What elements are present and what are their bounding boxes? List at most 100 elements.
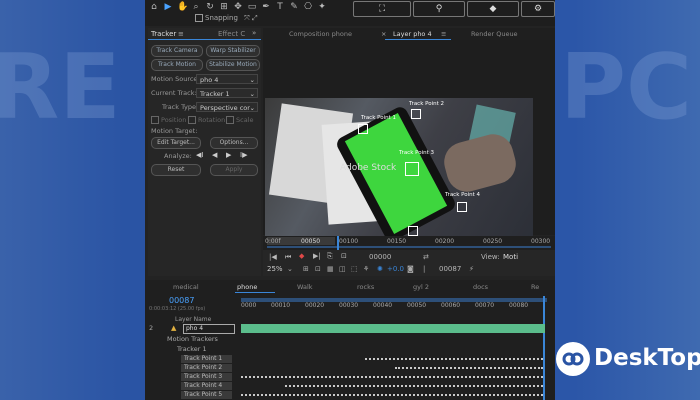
timeline-tab-walk[interactable]: Walk — [297, 283, 313, 291]
snapping-toggle[interactable]: Snapping ⤧ ⤢ — [195, 14, 258, 23]
motion-source-select[interactable]: pho 4 ⌄ — [196, 74, 258, 84]
scale-checkbox[interactable]: Scale — [226, 116, 254, 124]
view-select[interactable]: Moti — [503, 253, 518, 261]
ripple-icon[interactable]: ⎘ — [327, 252, 333, 261]
track-point-3-handle[interactable] — [405, 162, 419, 176]
panel-overflow-icon[interactable]: » — [252, 29, 256, 37]
analyze-forward-icon[interactable]: ▶ — [226, 151, 231, 159]
stabilize-motion-button[interactable]: Stabilize Motion — [206, 59, 260, 71]
mark-out-icon[interactable]: ▶| — [313, 252, 321, 260]
puppet-tool-icon[interactable]: ✦ — [317, 2, 327, 12]
position-checkbox[interactable]: Position — [151, 116, 186, 124]
track-point-2-row[interactable]: Track Point 2 — [181, 364, 232, 372]
snapshot-icon[interactable]: ◙ — [407, 265, 414, 273]
exposure-icon[interactable]: ✺ — [377, 265, 383, 273]
timecode-display[interactable]: 00000 — [369, 253, 391, 261]
track-point-1-row[interactable]: Track Point 1 — [181, 355, 232, 363]
tab-composition-phone[interactable]: Composition phone — [289, 30, 352, 38]
tracker-tab[interactable]: Tracker — [151, 30, 176, 38]
pan-tool-icon[interactable]: ✥ — [233, 2, 243, 12]
grid-icon[interactable]: ⊞ — [303, 265, 309, 273]
timeline-tab-docs[interactable]: docs — [473, 283, 488, 291]
track-point-4-row[interactable]: Track Point 4 — [181, 382, 232, 390]
brush-tool-icon[interactable]: ✎ — [289, 2, 299, 12]
layer-name-field[interactable]: pho 4 — [183, 324, 235, 334]
overlay-icon[interactable]: ⊡ — [341, 252, 347, 260]
panel-menu-icon[interactable]: ≡ — [178, 30, 184, 38]
video-frame[interactable]: Adobe Stock Track Point 2 Track Point 1 … — [265, 98, 533, 236]
track-camera-button[interactable]: Track Camera — [151, 45, 203, 57]
go-to-in-icon[interactable]: |◀ — [269, 253, 277, 261]
chevron-down-icon[interactable]: ⌄ — [287, 265, 293, 273]
flowchart-icon[interactable]: ⚘ — [363, 265, 369, 273]
timeline-tab-phone[interactable]: phone — [237, 283, 257, 291]
warp-stabilizer-button[interactable]: Warp Stabilizer — [206, 45, 260, 57]
stamp-tool-icon[interactable]: ⎔ — [303, 2, 313, 12]
layer-bar[interactable] — [241, 324, 545, 333]
effects-tab[interactable]: Effect C — [218, 30, 245, 38]
render-icon[interactable]: ⚡ — [469, 265, 474, 273]
workspace-settings-button[interactable]: ⚙ — [521, 1, 555, 17]
track-point-2-handle[interactable] — [411, 109, 421, 119]
analyze-backward-icon[interactable]: ◀ — [212, 151, 217, 159]
edit-target-button[interactable]: Edit Target... — [151, 137, 201, 149]
track-point-1-handle[interactable] — [358, 124, 368, 134]
current-time-display[interactable]: 00087 — [439, 265, 461, 273]
analyze-back-frame-icon[interactable]: ◀I — [196, 151, 203, 159]
timeline-tab-medical[interactable]: medical — [173, 283, 199, 291]
zoom-tool-icon[interactable]: ⌕ — [191, 2, 201, 12]
timeline-playhead[interactable] — [543, 296, 545, 400]
snapping-checkbox-icon[interactable] — [195, 14, 203, 22]
viewer-lock-icon[interactable]: × — [381, 30, 386, 38]
home-icon[interactable]: ⌂ — [149, 2, 159, 12]
workspace-button-3[interactable]: ◆ — [467, 1, 519, 17]
selection-tool-icon[interactable]: ▶ — [163, 2, 173, 12]
motion-trackers-row[interactable]: Motion Trackers — [167, 335, 218, 344]
timeline-icon[interactable]: ⏮ — [285, 253, 291, 262]
zoom-select[interactable]: 25% — [267, 265, 283, 273]
rotate-tool-icon[interactable]: ↻ — [205, 2, 215, 12]
rotation-checkbox[interactable]: Rotation — [188, 116, 225, 124]
transparency-icon[interactable]: ▦ — [327, 265, 334, 273]
keyframe-track[interactable] — [241, 394, 543, 396]
track-point-5-row[interactable]: Track Point 5 — [181, 391, 232, 399]
mark-in-icon[interactable]: ◆ — [299, 252, 304, 260]
timeline-tab-gyl2[interactable]: gyl 2 — [413, 283, 429, 291]
camera-tool-icon[interactable]: ⊞ — [219, 2, 229, 12]
timeline-tab-rocks[interactable]: rocks — [357, 283, 374, 291]
text-tool-icon[interactable]: T — [275, 2, 285, 12]
panel-menu-icon[interactable]: ≡ — [441, 30, 446, 38]
workspace-button-1[interactable]: ⛶ — [353, 1, 411, 17]
track-type-select[interactable]: Perspective cor ⌄ — [196, 102, 258, 112]
tab-layer-pho4[interactable]: Layer pho 4 — [393, 30, 432, 38]
current-track-select[interactable]: Tracker 1 ⌄ — [196, 88, 258, 98]
viewer-arrows-icon[interactable]: ⇄ — [423, 253, 429, 261]
track-point-4-handle[interactable] — [457, 202, 467, 212]
analyze-forward-frame-icon[interactable]: I▶ — [240, 151, 247, 159]
timeline-tab-re[interactable]: Re — [531, 283, 539, 291]
timeline-current-time[interactable]: 00087 — [169, 296, 194, 305]
tab-render-queue[interactable]: Render Queue — [471, 30, 518, 38]
viewer-time-ruler[interactable]: 0:00f 00050 00100 00150 00200 00250 0030… — [263, 236, 555, 250]
exposure-value[interactable]: +0.0 — [387, 265, 404, 273]
keyframe-track[interactable] — [241, 376, 543, 378]
mask-tool-icon[interactable]: ▭ — [247, 2, 257, 12]
viewer-playhead[interactable] — [337, 236, 339, 250]
keyframe-track[interactable] — [285, 385, 543, 387]
options-button[interactable]: Options... — [210, 137, 258, 149]
tracker-1-row[interactable]: Tracker 1 — [177, 345, 207, 354]
keyframe-track[interactable] — [365, 358, 543, 360]
keyframe-track[interactable] — [395, 367, 543, 369]
track-point-handle[interactable] — [408, 226, 418, 236]
fit-icon[interactable]: ⬚ — [351, 265, 358, 273]
workspace-button-2[interactable]: ⚲ — [413, 1, 465, 17]
track-point-3-row[interactable]: Track Point 3 — [181, 373, 232, 381]
snap-options-icon[interactable]: ⤧ ⤢ — [244, 14, 257, 22]
track-motion-button[interactable]: Track Motion — [151, 59, 203, 71]
mask-icon[interactable]: ⊡ — [315, 265, 321, 273]
pen-tool-icon[interactable]: ✒ — [261, 2, 271, 12]
reset-button[interactable]: Reset — [151, 164, 201, 176]
region-icon[interactable]: ◫ — [339, 265, 346, 273]
apply-button[interactable]: Apply — [210, 164, 258, 176]
hand-tool-icon[interactable]: ✋ — [177, 2, 188, 12]
